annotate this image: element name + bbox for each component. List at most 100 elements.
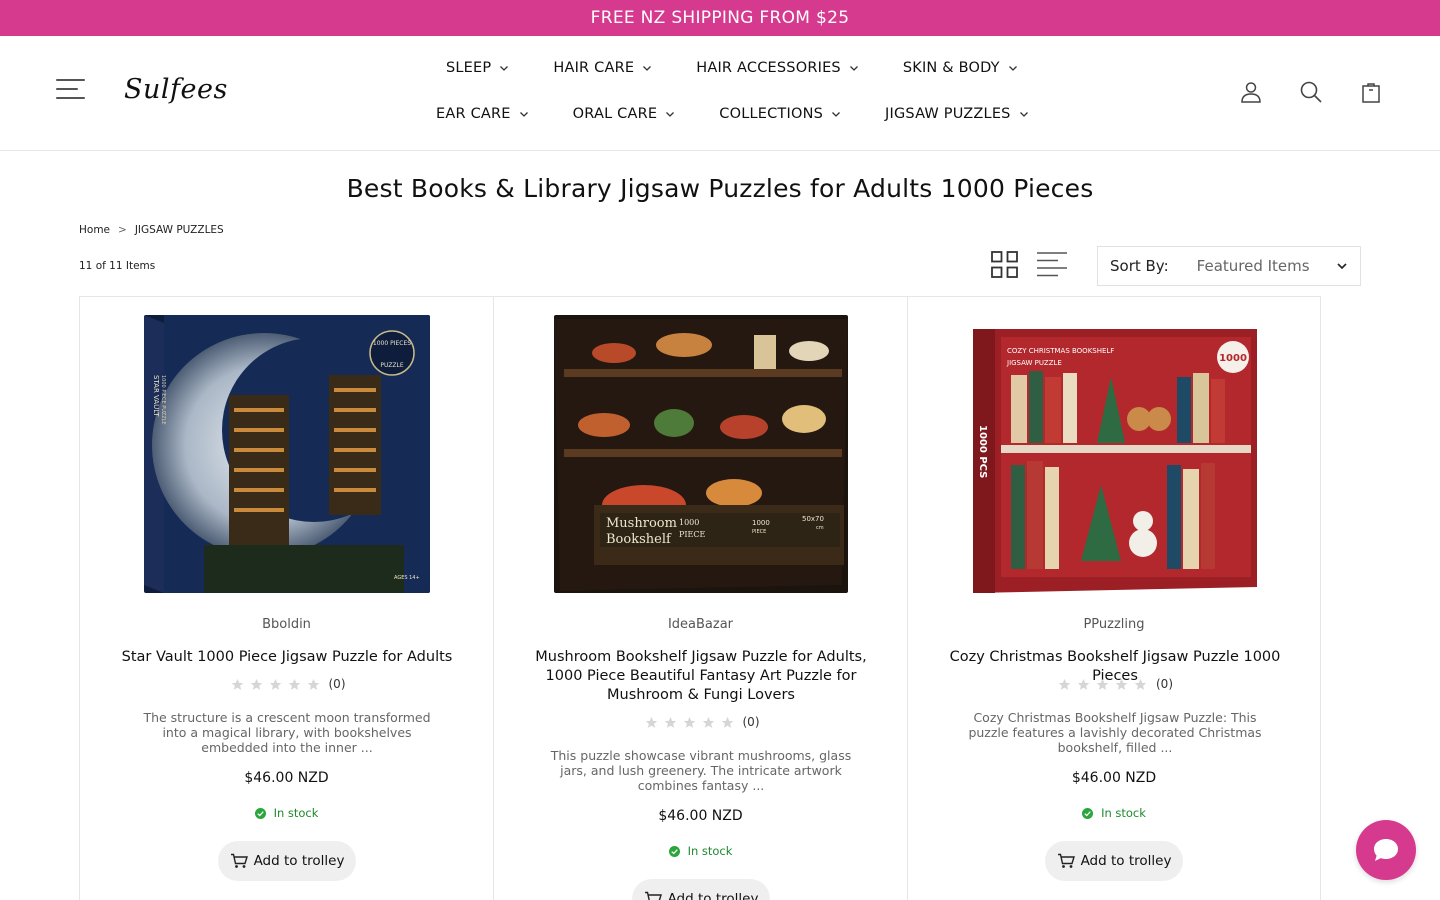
star-icon	[683, 716, 695, 728]
nav-item-oral-care[interactable]: ORAL CARE	[573, 106, 676, 122]
product-image[interactable]: Mushroom Bookshelf 1000 PIECE 1000 PIECE…	[554, 315, 848, 593]
product-price: $46.00 NZD	[1071, 770, 1157, 786]
sort-label: Sort By:	[1110, 257, 1169, 275]
rating-stars	[642, 716, 737, 729]
product-brand[interactable]: Bboldin	[80, 617, 493, 632]
star-icon	[664, 716, 676, 728]
item-count: 11 of 11 Items	[79, 260, 156, 272]
image-text: 1000 PIECES	[373, 340, 411, 347]
product-description: Cozy Christmas Bookshelf Jigsaw Puzzle: …	[968, 710, 1262, 755]
image-text: 1000 PCS	[977, 425, 988, 478]
rating-stars	[228, 678, 323, 691]
chevron-down-icon	[519, 112, 528, 117]
promo-text: FREE NZ SHIPPING FROM $25	[590, 8, 850, 28]
nav-label: EAR CARE	[436, 106, 511, 122]
star-icon	[1134, 678, 1147, 690]
chevron-down-icon	[849, 66, 858, 71]
star-icon	[702, 716, 714, 728]
nav-item-ear-care[interactable]: EAR CARE	[436, 106, 529, 122]
image-text: 1000 PIECE PUZZLE	[160, 375, 166, 425]
trolley-icon	[644, 891, 662, 900]
stock-status: In stock	[80, 806, 493, 820]
review-count: (0)	[1156, 677, 1173, 691]
image-text: JIGSAW PUZZLE	[1006, 359, 1062, 367]
star-icon	[645, 716, 657, 728]
stock-label: In stock	[1101, 806, 1146, 820]
image-text: STAR VAULT	[152, 375, 160, 417]
add-to-trolley-button[interactable]: Add to trolley	[218, 841, 356, 881]
chevron-down-icon	[643, 66, 652, 71]
list-view-icon[interactable]	[1036, 251, 1068, 278]
search-icon[interactable]	[1299, 80, 1323, 104]
breadcrumb: Home > JIGSAW PUZZLES	[79, 224, 224, 236]
sort-select[interactable]: Sort By: Featured Items	[1097, 246, 1361, 286]
product-card: Mushroom Bookshelf 1000 PIECE 1000 PIECE…	[493, 296, 907, 900]
nav-label: JIGSAW PUZZLES	[885, 106, 1011, 122]
star-icon	[288, 678, 300, 690]
grid-view-icon[interactable]	[991, 251, 1018, 278]
site-header: Sulfees SLEEP HAIR CARE HAIR ACCESSORIES…	[0, 36, 1440, 151]
nav-label: SKIN & BODY	[902, 60, 1000, 76]
image-text: PIECE	[679, 530, 706, 539]
product-card: COZY CHRISTMAS BOOKSHELF JIGSAW PUZZLE 1…	[907, 296, 1321, 900]
shopping-bag-icon[interactable]	[1359, 80, 1383, 104]
image-text: 1000	[1219, 353, 1247, 364]
account-icon[interactable]	[1239, 80, 1263, 104]
chevron-down-icon	[500, 66, 509, 71]
product-image[interactable]: 1000 PIECES PUZZLE STAR VAULT 1000 PIECE…	[144, 315, 430, 593]
image-text: PIECE	[752, 529, 766, 535]
product-brand[interactable]: PPuzzling	[908, 617, 1320, 632]
star-icon	[231, 678, 243, 690]
image-text: Bookshelf	[606, 532, 672, 547]
nav-label: HAIR ACCESSORIES	[696, 60, 841, 76]
product-rating: (0)	[908, 677, 1320, 691]
product-name[interactable]: Star Vault 1000 Piece Jigsaw Puzzle for …	[102, 648, 472, 667]
chevron-down-icon	[666, 112, 675, 117]
stock-label: In stock	[273, 806, 319, 820]
add-to-trolley-button[interactable]: Add to trolley	[1045, 841, 1183, 881]
rating-stars	[1055, 678, 1150, 691]
nav-label: COLLECTIONS	[719, 106, 824, 122]
chevron-down-icon	[1008, 66, 1017, 71]
nav-item-hair-accessories[interactable]: HAIR ACCESSORIES	[696, 60, 859, 76]
nav-label: HAIR CARE	[553, 60, 635, 76]
chevron-down-icon	[1337, 263, 1347, 270]
nav-item-skin-body[interactable]: SKIN & BODY	[903, 60, 1018, 76]
main-nav-row-2: EAR CARE ORAL CARE COLLECTIONS JIGSAW PU…	[436, 106, 1073, 122]
add-to-trolley-label: Add to trolley	[253, 853, 345, 869]
product-rating: (0)	[494, 715, 907, 729]
star-icon	[1077, 678, 1090, 690]
nav-label: ORAL CARE	[572, 106, 658, 122]
nav-item-sleep[interactable]: SLEEP	[446, 60, 509, 76]
product-price: $46.00 NZD	[244, 770, 329, 786]
site-logo[interactable]: Sulfees	[124, 74, 228, 105]
star-icon	[1058, 678, 1071, 690]
check-circle-icon	[1082, 807, 1094, 819]
star-icon	[721, 716, 733, 728]
breadcrumb-current[interactable]: JIGSAW PUZZLES	[135, 224, 224, 236]
nav-item-hair-care[interactable]: HAIR CARE	[553, 60, 652, 76]
product-description: This puzzle showcase vibrant mushrooms, …	[550, 748, 852, 793]
star-icon	[307, 678, 319, 690]
add-to-trolley-label: Add to trolley	[1080, 853, 1172, 869]
product-name[interactable]: Mushroom Bookshelf Jigsaw Puzzle for Adu…	[516, 648, 886, 705]
check-circle-icon	[668, 845, 680, 857]
star-icon	[1096, 678, 1109, 690]
nav-item-collections[interactable]: COLLECTIONS	[719, 106, 841, 122]
nav-item-jigsaw-puzzles[interactable]: JIGSAW PUZZLES	[885, 106, 1029, 122]
star-icon	[1115, 678, 1128, 690]
image-text: Mushroom	[606, 516, 677, 531]
product-brand[interactable]: IdeaBazar	[494, 617, 907, 632]
chat-button[interactable]	[1356, 820, 1416, 880]
image-text: 1000	[752, 519, 770, 527]
product-grid: 1000 PIECES PUZZLE STAR VAULT 1000 PIECE…	[79, 296, 1321, 900]
add-to-trolley-button[interactable]: Add to trolley	[632, 879, 770, 900]
breadcrumb-home[interactable]: Home	[79, 224, 110, 236]
trolley-icon	[230, 853, 248, 868]
main-nav-row-1: SLEEP HAIR CARE HAIR ACCESSORIES SKIN & …	[446, 60, 1062, 76]
image-text: AGES 14+	[394, 575, 420, 581]
product-image[interactable]: COZY CHRISTMAS BOOKSHELF JIGSAW PUZZLE 1…	[971, 315, 1259, 593]
product-card: 1000 PIECES PUZZLE STAR VAULT 1000 PIECE…	[79, 296, 493, 900]
menu-icon[interactable]	[56, 76, 88, 106]
star-icon	[250, 678, 262, 690]
